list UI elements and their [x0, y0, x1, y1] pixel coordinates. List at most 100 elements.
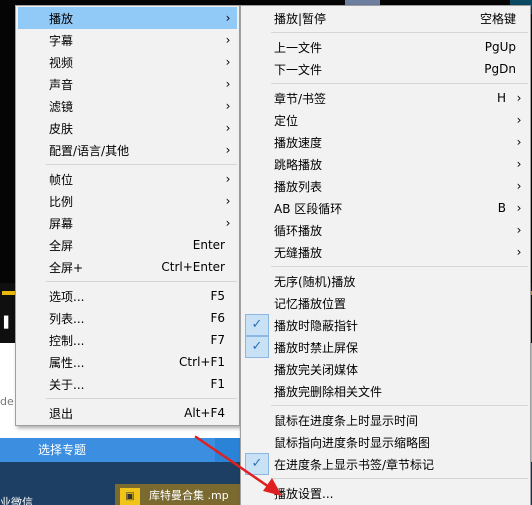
- submenu-play: 播放|暂停 空格键 上一文件 PgUp 下一文件 PgDn 章节/书签 H › …: [240, 5, 531, 505]
- menu-item-label: 记忆播放位置: [274, 296, 347, 311]
- menu-item-properties[interactable]: 属性... Ctrl+F1: [18, 351, 237, 373]
- chevron-right-icon: ›: [516, 91, 522, 105]
- menu-item-delete-files-when-done[interactable]: 播放完删除相关文件: [243, 380, 528, 402]
- menu-item-shortcut: Ctrl+Enter: [161, 260, 225, 274]
- menu-item-skin[interactable]: 皮肤 ›: [18, 117, 237, 139]
- chevron-right-icon: ›: [225, 143, 231, 157]
- menu-item-shortcut: F7: [210, 333, 225, 347]
- menu-item-shortcut: F1: [210, 377, 225, 391]
- menu-item-filters[interactable]: 滤镜 ›: [18, 95, 237, 117]
- menu-item-close-media-when-done[interactable]: 播放完关闭媒体: [243, 358, 528, 380]
- chevron-right-icon: ›: [516, 223, 522, 237]
- menu-item-label: 在进度条上显示书签/章节标记: [274, 457, 435, 472]
- menu-item-playlist[interactable]: 列表... F6: [18, 307, 237, 329]
- chevron-right-icon: ›: [225, 11, 231, 25]
- media-card[interactable]: ▣ 库特曼合集 .mp: [115, 484, 240, 505]
- chevron-right-icon: ›: [516, 157, 522, 171]
- menu-item-fullscreen[interactable]: 全屏 Enter: [18, 234, 237, 256]
- menu-item-playlist-sub[interactable]: 播放列表 ›: [243, 175, 528, 197]
- background-side-text: de: [0, 395, 14, 408]
- menu-item-subtitles[interactable]: 字幕 ›: [18, 29, 237, 51]
- menu-item-playback-settings[interactable]: 播放设置...: [243, 482, 528, 504]
- menu-item-playback-speed[interactable]: 播放速度 ›: [243, 131, 528, 153]
- menu-item-exit[interactable]: 退出 Alt+F4: [18, 402, 237, 424]
- chevron-right-icon: ›: [225, 121, 231, 135]
- menu-item-loop-play[interactable]: 循环播放 ›: [243, 219, 528, 241]
- menu-separator: [271, 405, 528, 406]
- menu-item-show-chapter-marks[interactable]: ✓ 在进度条上显示书签/章节标记: [243, 453, 528, 475]
- menu-item-previous-file[interactable]: 上一文件 PgUp: [243, 36, 528, 58]
- menu-item-play[interactable]: 播放 ›: [18, 7, 237, 29]
- menu-item-show-thumbnail-on-seekbar[interactable]: 鼠标指向进度条时显示缩略图: [243, 431, 528, 453]
- menu-item-screen[interactable]: 屏幕 ›: [18, 212, 237, 234]
- menu-item-shortcut: Enter: [192, 238, 225, 252]
- menu-item-skip-playback[interactable]: 跳略播放 ›: [243, 153, 528, 175]
- chevron-right-icon: ›: [225, 216, 231, 230]
- menu-item-seek[interactable]: 定位 ›: [243, 109, 528, 131]
- chevron-right-icon: ›: [225, 33, 231, 47]
- menu-item-label: 全屏+: [49, 260, 84, 275]
- context-menu-main: 播放 › 字幕 › 视频 › 声音 › 滤镜 › 皮肤 › 配置/语言/其他 ›…: [15, 5, 240, 426]
- menu-separator: [271, 32, 528, 33]
- menu-item-shortcut: 空格键: [479, 11, 516, 26]
- media-card-label: 库特曼合集 .mp: [149, 489, 229, 502]
- menu-item-label: 选项...: [49, 289, 85, 304]
- menu-item-show-time-on-seekbar[interactable]: 鼠标在进度条上时显示时间: [243, 409, 528, 431]
- checkmark-icon: ✓: [245, 336, 269, 358]
- menu-item-label: 滤镜: [49, 99, 74, 114]
- menu-item-shortcut: Alt+F4: [184, 406, 225, 420]
- menu-item-gapless-play[interactable]: 无缝播放 ›: [243, 241, 528, 263]
- menu-item-disable-screensaver[interactable]: ✓ 播放时禁止屏保: [243, 336, 528, 358]
- menu-item-label: 视频: [49, 55, 74, 70]
- menu-item-shuffle[interactable]: 无序(随机)播放: [243, 270, 528, 292]
- menu-separator: [46, 398, 237, 399]
- menu-item-label: 播放: [49, 11, 74, 26]
- menu-item-next-file[interactable]: 下一文件 PgDn: [243, 58, 528, 80]
- menu-item-label: 无缝播放: [274, 245, 323, 260]
- menu-item-label: 播放时隐蔽指针: [274, 318, 359, 333]
- menu-item-shortcut: F6: [210, 311, 225, 325]
- menu-item-config-language[interactable]: 配置/语言/其他 ›: [18, 139, 237, 161]
- menu-item-shortcut: Ctrl+F1: [179, 355, 225, 369]
- menu-item-frame[interactable]: 帧位 ›: [18, 168, 237, 190]
- chevron-right-icon: ›: [516, 113, 522, 127]
- menu-item-label: 配置/语言/其他: [49, 143, 130, 158]
- menu-item-hide-cursor[interactable]: ✓ 播放时隐蔽指针: [243, 314, 528, 336]
- menu-item-remember-position[interactable]: 记忆播放位置: [243, 292, 528, 314]
- chevron-right-icon: ›: [516, 179, 522, 193]
- menu-item-play-pause[interactable]: 播放|暂停 空格键: [243, 7, 528, 29]
- menu-separator: [271, 266, 528, 267]
- menu-item-label: 播放完删除相关文件: [274, 384, 383, 399]
- menu-separator: [271, 83, 528, 84]
- menu-item-label: 播放|暂停: [274, 11, 327, 26]
- menu-item-label: 属性...: [49, 355, 85, 370]
- topic-select-button[interactable]: 选择专题: [0, 438, 215, 462]
- menu-item-video[interactable]: 视频 ›: [18, 51, 237, 73]
- menu-separator: [46, 164, 237, 165]
- chevron-right-icon: ›: [225, 172, 231, 186]
- menu-item-label: 退出: [49, 406, 74, 421]
- menu-item-fullscreen-plus[interactable]: 全屏+ Ctrl+Enter: [18, 256, 237, 278]
- wechat-label: 业微信: [0, 496, 33, 505]
- checkmark-icon: ✓: [245, 453, 269, 475]
- menu-item-audio[interactable]: 声音 ›: [18, 73, 237, 95]
- menu-item-ab-loop[interactable]: AB 区段循环 B ›: [243, 197, 528, 219]
- menu-item-control[interactable]: 控制... F7: [18, 329, 237, 351]
- chevron-right-icon: ›: [225, 99, 231, 113]
- play-icon[interactable]: ▌: [4, 316, 12, 330]
- menu-item-label: 下一文件: [274, 62, 323, 77]
- menu-item-label: 声音: [49, 77, 74, 92]
- menu-item-label: 跳略播放: [274, 157, 323, 172]
- menu-item-about[interactable]: 关于... F1: [18, 373, 237, 395]
- menu-item-label: 屏幕: [49, 216, 74, 231]
- menu-item-label: 播放完关闭媒体: [274, 362, 359, 377]
- menu-item-label: 播放设置...: [274, 486, 334, 501]
- menu-item-label: 字幕: [49, 33, 74, 48]
- menu-item-chapters-bookmarks[interactable]: 章节/书签 H ›: [243, 87, 528, 109]
- menu-separator: [46, 281, 237, 282]
- menu-item-aspect-ratio[interactable]: 比例 ›: [18, 190, 237, 212]
- menu-item-label: 循环播放: [274, 223, 323, 238]
- menu-item-options[interactable]: 选项... F5: [18, 285, 237, 307]
- chevron-right-icon: ›: [225, 77, 231, 91]
- menu-item-label: 鼠标指向进度条时显示缩略图: [274, 435, 431, 450]
